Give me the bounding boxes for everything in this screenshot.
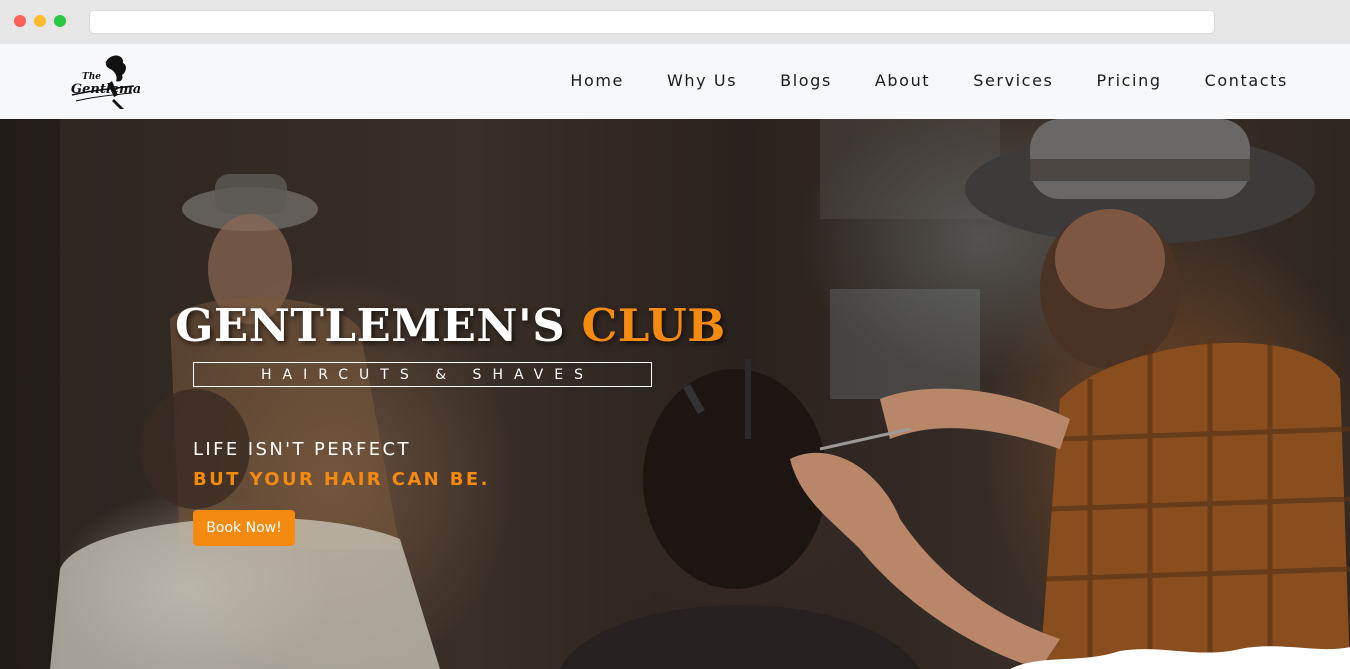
gentleman-logo-icon: The Gentleman <box>71 55 151 109</box>
site-logo[interactable]: The Gentleman <box>68 51 151 113</box>
nav-contacts[interactable]: Contacts <box>1205 71 1288 90</box>
tagline-box: HAIRCUTS & SHAVES <box>193 362 652 387</box>
nav-home[interactable]: Home <box>570 71 624 90</box>
hero-line-2: BUT YOUR HAIR CAN BE. <box>193 469 490 490</box>
book-now-button[interactable]: Book Now! <box>193 510 295 546</box>
logo-text-top: The <box>82 72 101 82</box>
hero-section: GENTLEMEN'S CLUB HAIRCUTS & SHAVES LIFE … <box>0 119 1350 669</box>
hero-title-main: GENTLEMEN'S <box>175 299 582 352</box>
address-bar[interactable] <box>89 10 1215 34</box>
hero-tagline: HAIRCUTS & SHAVES <box>261 367 594 383</box>
nav-services[interactable]: Services <box>973 71 1053 90</box>
window-maximize-button[interactable] <box>54 15 66 27</box>
site-header: The Gentleman Home Why Us Blogs About Se… <box>0 44 1350 119</box>
window-close-button[interactable] <box>14 15 26 27</box>
nav-pricing[interactable]: Pricing <box>1096 71 1161 90</box>
main-menu: Home Why Us Blogs About Services Pricing… <box>527 71 1288 90</box>
hero-title: GENTLEMEN'S CLUB <box>175 299 726 352</box>
nav-blogs[interactable]: Blogs <box>780 71 832 90</box>
hero-line-1: LIFE ISN'T PERFECT <box>193 439 411 460</box>
window-minimize-button[interactable] <box>34 15 46 27</box>
hero-title-accent: CLUB <box>581 299 726 352</box>
hero-background-image <box>0 119 1350 669</box>
logo-text-main: Gentleman <box>71 82 140 97</box>
nav-why-us[interactable]: Why Us <box>667 71 737 90</box>
browser-chrome <box>0 0 1350 44</box>
nav-about[interactable]: About <box>875 71 930 90</box>
